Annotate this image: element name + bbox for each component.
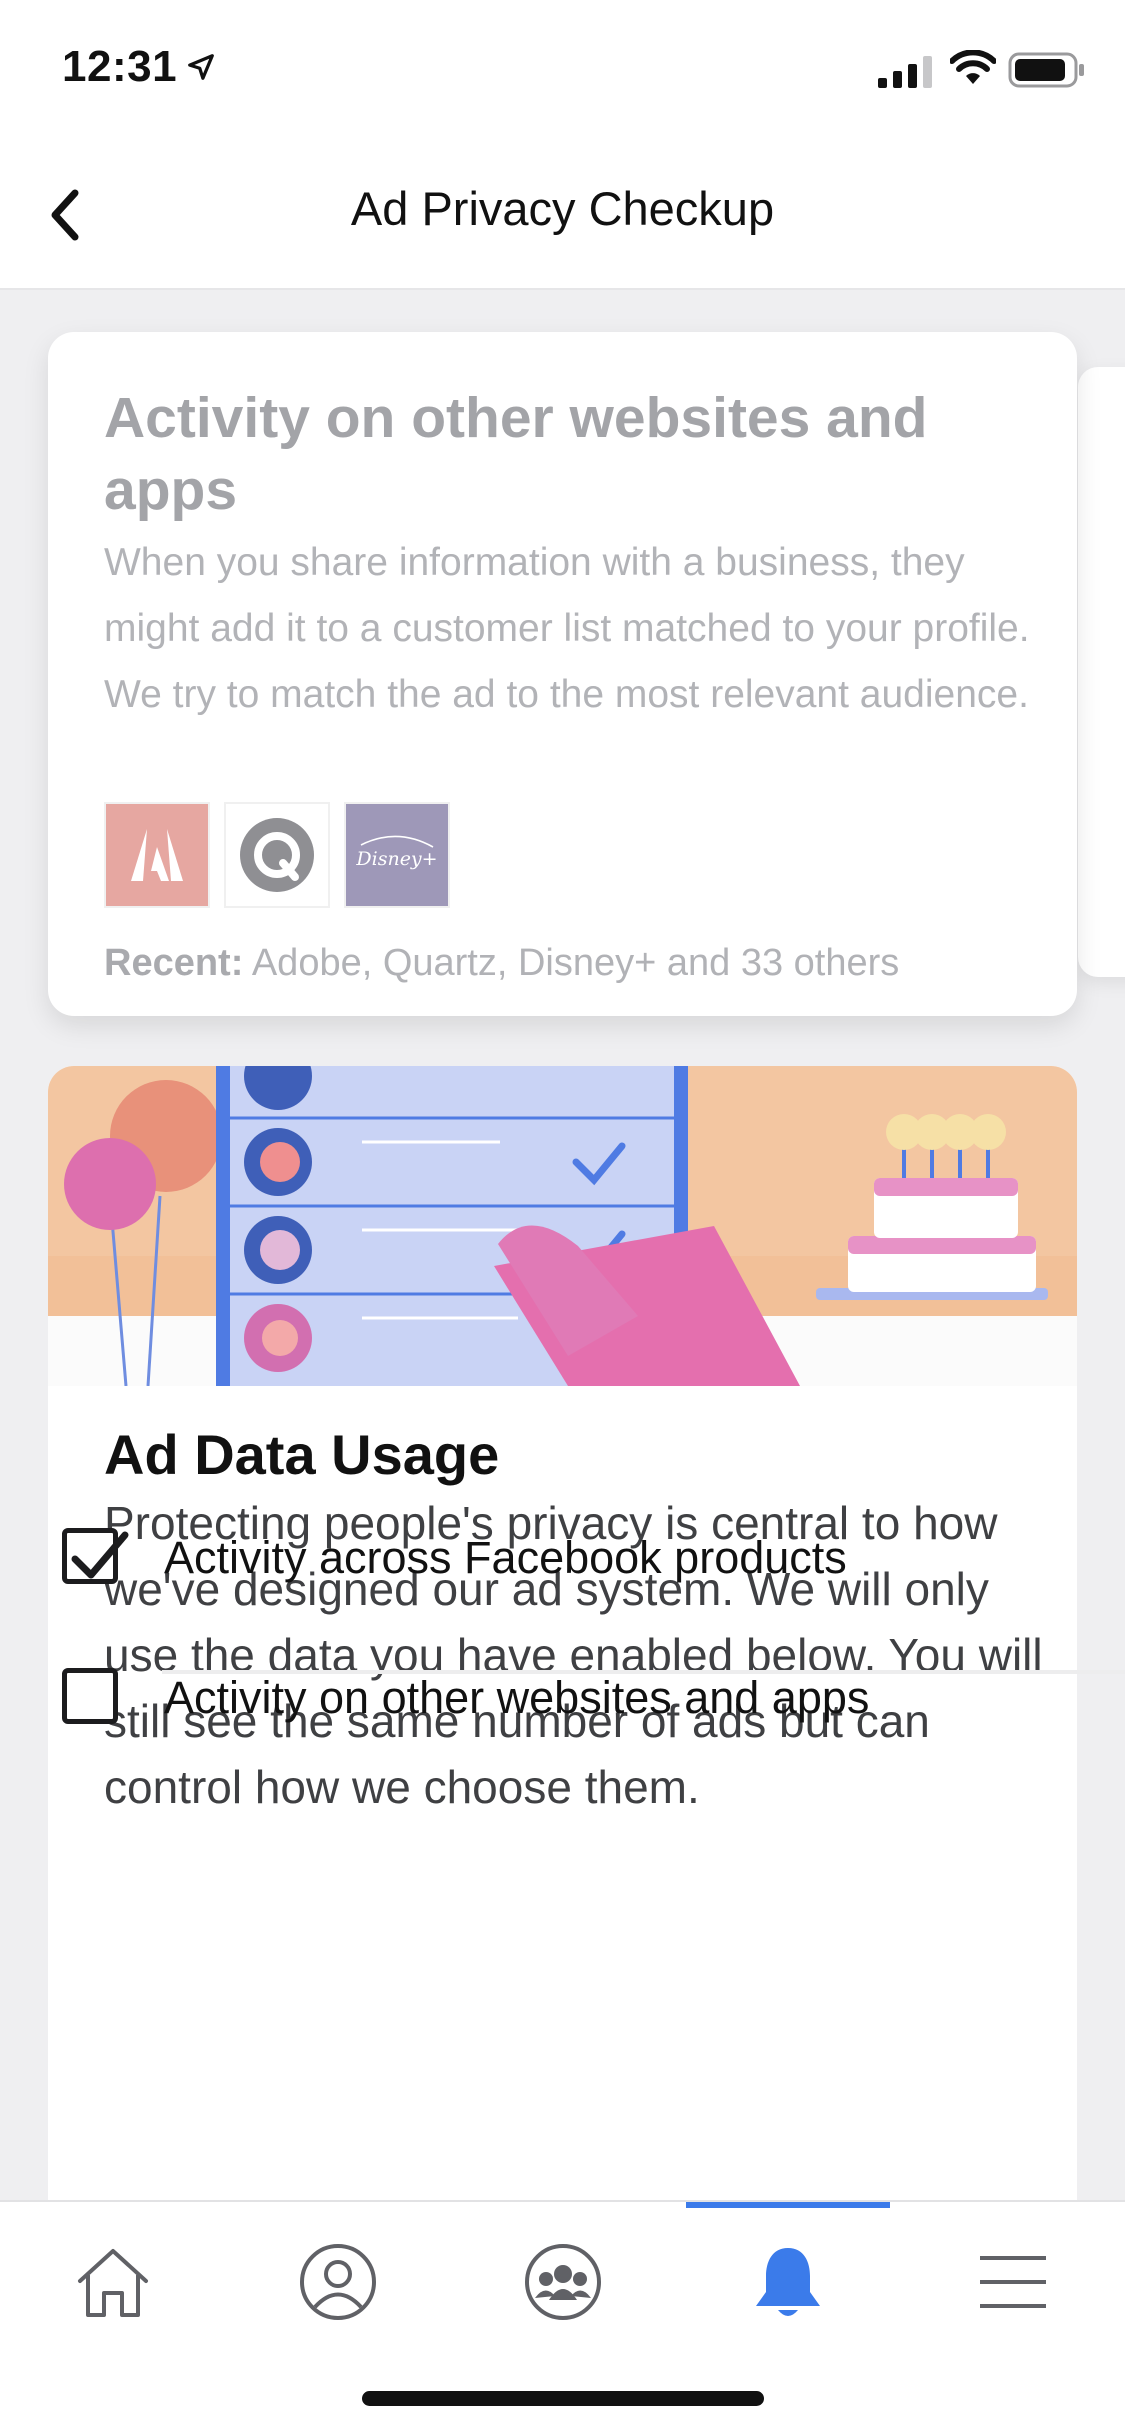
disney-plus-logo: Disney+ xyxy=(344,802,450,908)
wifi-icon xyxy=(950,50,996,84)
tab-menu[interactable] xyxy=(900,2202,1125,2362)
home-icon xyxy=(77,2249,148,2317)
recent-businesses: Recent: Adobe, Quartz, Disney+ and 33 ot… xyxy=(104,942,899,985)
offsite-activity-checkbox[interactable] xyxy=(62,1668,118,1724)
checkmark-icon xyxy=(71,1531,129,1579)
ad-data-hero-illustration xyxy=(48,1066,1077,1386)
svg-text:Disney+: Disney+ xyxy=(355,848,437,870)
checkup-content[interactable]: Activity on other websites and apps When… xyxy=(0,290,1125,2200)
tab-groups[interactable] xyxy=(450,2202,675,2362)
facebook-activity-checkbox[interactable] xyxy=(62,1528,129,1584)
activity-card-title: Activity on other websites and apps xyxy=(104,386,928,522)
adobe-logo xyxy=(104,802,210,908)
battery-icon xyxy=(1008,52,1084,88)
tab-profile[interactable] xyxy=(225,2202,450,2362)
recent-label: Recent: xyxy=(104,942,244,984)
option-facebook-activity[interactable]: Activity across Facebook products xyxy=(0,1490,1029,1630)
ad-data-usage-title: Ad Data Usage xyxy=(104,1423,500,1486)
cellular-signal-icon xyxy=(878,56,932,88)
location-arrow-icon xyxy=(188,54,214,80)
page-title: Ad Privacy Checkup xyxy=(350,182,775,235)
quartz-logo xyxy=(224,802,330,908)
facebook-activity-label: Activity across Facebook products xyxy=(164,1532,847,1583)
menu-icon xyxy=(979,2256,1046,2308)
next-card-peek[interactable] xyxy=(1078,367,1125,977)
option-offsite-activity[interactable]: Activity on other websites and apps xyxy=(0,1630,1029,1770)
tab-notifications[interactable] xyxy=(675,2202,900,2362)
tab-home[interactable] xyxy=(0,2202,225,2362)
activity-card-description: When you share information with a busine… xyxy=(104,541,1030,716)
activity-card[interactable]: Activity on other websites and apps When… xyxy=(48,332,1077,1016)
profile-icon xyxy=(299,2244,376,2320)
status-bar: 12:31 xyxy=(0,0,1125,135)
business-logos: Disney+ xyxy=(104,802,450,908)
home-indicator[interactable] xyxy=(362,2391,764,2406)
offsite-activity-label: Activity on other websites and apps xyxy=(164,1672,870,1723)
recent-list: Adobe, Quartz, Disney+ and 33 others xyxy=(243,942,900,984)
groups-icon xyxy=(524,2244,601,2320)
bell-icon xyxy=(755,2248,820,2316)
screen: 12:31 Ad Privacy Checkup Activity on oth… xyxy=(0,0,1125,2436)
navigation-bar: Ad Privacy Checkup xyxy=(0,135,1125,290)
status-time: 12:31 xyxy=(62,42,178,91)
